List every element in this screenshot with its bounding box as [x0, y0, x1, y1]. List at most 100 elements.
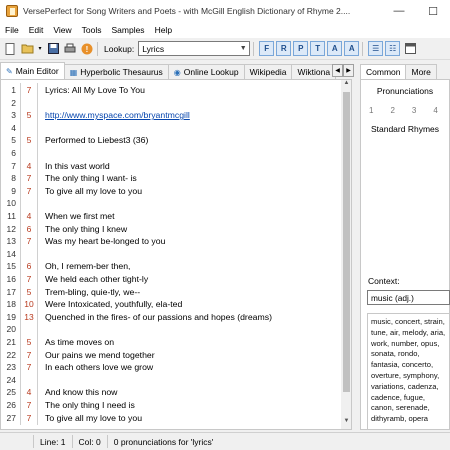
menu-view[interactable]: View	[48, 25, 76, 35]
toolbar-divider	[97, 41, 98, 56]
editor-scrollbar[interactable]: ▲ ▼	[341, 80, 351, 429]
tab-main-editor[interactable]: ✎ Main Editor	[0, 62, 65, 79]
menu-tools[interactable]: Tools	[77, 25, 107, 35]
format-r-button[interactable]: R	[276, 41, 292, 56]
tab-wikipedia[interactable]: Wikipedia	[243, 64, 293, 79]
tab-scroll-controls: ◀ ▶	[332, 64, 354, 77]
status-line: Line: 1	[34, 435, 73, 448]
line-text: To give all my love to you	[45, 412, 143, 423]
tab-label: Hyperbolic Thesaurus	[80, 67, 163, 77]
syllable-1[interactable]: 1	[369, 106, 373, 115]
detail-view-icon[interactable]: ☷	[385, 41, 401, 56]
print-icon[interactable]	[63, 42, 77, 56]
format-a-button[interactable]: A	[327, 41, 343, 56]
syllable-2[interactable]: 2	[390, 106, 394, 115]
syllable-count: 7	[20, 410, 38, 425]
tab-online-lookup[interactable]: ◉ Online Lookup	[167, 64, 245, 79]
chevron-down-icon[interactable]: ▼	[237, 45, 249, 52]
format-f-button[interactable]: F	[259, 41, 275, 56]
line-text: In each others love we grow	[45, 362, 154, 373]
toolbar-divider	[253, 41, 255, 56]
line-text: The only thing I want- is	[45, 173, 137, 184]
tab-wiktionary[interactable]: Wiktiona	[291, 64, 337, 79]
maximize-button[interactable]: ☐	[416, 5, 450, 18]
format-a2-button[interactable]: A	[344, 41, 360, 56]
menu-help[interactable]: Help	[150, 25, 177, 35]
line-number: 12	[6, 223, 16, 234]
synonym-list[interactable]: music, concert, strain, tune, air, melod…	[367, 313, 450, 430]
line-number: 2	[11, 97, 16, 108]
context-label: Context:	[368, 276, 400, 286]
line-number: 13	[6, 236, 16, 247]
line-link[interactable]: http://www.myspace.com/bryantmcgill	[38, 110, 190, 120]
save-icon[interactable]	[46, 42, 60, 56]
line-number: 21	[6, 337, 16, 347]
line-text: Trem-bling, quie-tly, we--	[45, 286, 141, 297]
open-folder-icon[interactable]	[20, 42, 34, 56]
line-text: And know this now	[45, 387, 118, 398]
line-text: The only thing I knew	[45, 223, 128, 234]
line-number: 4	[11, 122, 16, 133]
scroll-down-icon[interactable]: ▼	[341, 418, 351, 429]
new-document-icon[interactable]	[3, 42, 17, 56]
chevron-right-icon[interactable]: ▶	[343, 64, 354, 77]
tab-more[interactable]: More	[405, 64, 437, 79]
scroll-up-icon[interactable]: ▲	[341, 80, 351, 91]
tab-hyperbolic-thesaurus[interactable]: ▦ Hyperbolic Thesaurus	[63, 64, 169, 79]
status-spacer	[0, 435, 34, 448]
pronunciations-label: Pronunciations	[376, 86, 434, 96]
format-p-button[interactable]: P	[293, 41, 309, 56]
line-text: Our pains we mend together	[45, 349, 155, 360]
line-number: 10	[6, 198, 16, 209]
lookup-combo[interactable]: Lyrics ▼	[138, 41, 251, 56]
line-number: 25	[6, 387, 16, 398]
tab-label: Wikipedia	[249, 67, 287, 77]
line-text: Oh, I remem-ber then,	[45, 261, 131, 272]
help-icon[interactable]: !	[80, 42, 94, 56]
menu-edit[interactable]: Edit	[24, 25, 49, 35]
line-text: In this vast world	[45, 160, 110, 171]
line-number: 23	[6, 362, 16, 373]
line-number: 15	[6, 261, 16, 272]
syllable-4[interactable]: 4	[433, 106, 437, 115]
line-number: 11	[7, 211, 16, 221]
minimize-button[interactable]: —	[382, 5, 416, 17]
tab-label: Wiktiona	[297, 67, 331, 77]
line-number: 17	[6, 286, 16, 297]
line-number: 22	[6, 349, 16, 360]
title-bar: VersePerfect for Song Writers and Poets …	[0, 0, 450, 22]
dropdown-arrow-icon[interactable]: ▾	[37, 42, 43, 56]
menu-samples[interactable]: Samples	[106, 25, 149, 35]
app-icon	[6, 5, 18, 17]
svg-text:!: !	[86, 45, 89, 54]
right-panel-tabs: Common More	[360, 64, 450, 79]
list-view-icon[interactable]: ☰	[368, 41, 384, 56]
toolbar-divider	[362, 41, 364, 56]
tab-label: Online Lookup	[183, 67, 239, 77]
line-text: Performed to Liebest3 (36)	[45, 135, 149, 146]
format-t-button[interactable]: T	[310, 41, 326, 56]
editor-line[interactable]: 27 7 To give all my love to you	[1, 410, 341, 425]
line-text: The only thing I need is	[45, 400, 135, 410]
line-number: 16	[6, 274, 16, 284]
menu-file[interactable]: File	[0, 25, 24, 35]
chevron-left-icon[interactable]: ◀	[332, 64, 343, 77]
line-number: 20	[6, 324, 16, 335]
tab-common[interactable]: Common	[360, 64, 407, 79]
thesaurus-icon: ▦	[69, 67, 78, 77]
status-message: 0 pronunciations for 'lyrics'	[113, 436, 214, 447]
line-text: We held each other tight-ly	[45, 274, 149, 284]
line-number: 8	[11, 173, 16, 184]
scrollbar-thumb[interactable]	[343, 92, 350, 392]
main-editor[interactable]: 1 7 Lyrics: All My Love To You 2 3 5 http://ww…	[0, 79, 352, 430]
line-number: 6	[11, 148, 16, 158]
pencil-icon: ✎	[6, 66, 13, 76]
line-text: Was my heart be-longed to you	[45, 236, 166, 247]
editor-tabs: ✎ Main Editor ▦ Hyperbolic Thesaurus ◉ O…	[0, 62, 358, 79]
toolbar: ▾ ! Lookup: Lyrics ▼ F R P T A A ☰ ☷	[0, 38, 450, 60]
window-icon[interactable]	[403, 42, 417, 56]
line-number: 7	[11, 160, 16, 171]
syllable-3[interactable]: 3	[412, 106, 416, 115]
context-field[interactable]: music (adj.)	[367, 290, 450, 305]
line-number: 14	[6, 248, 16, 259]
